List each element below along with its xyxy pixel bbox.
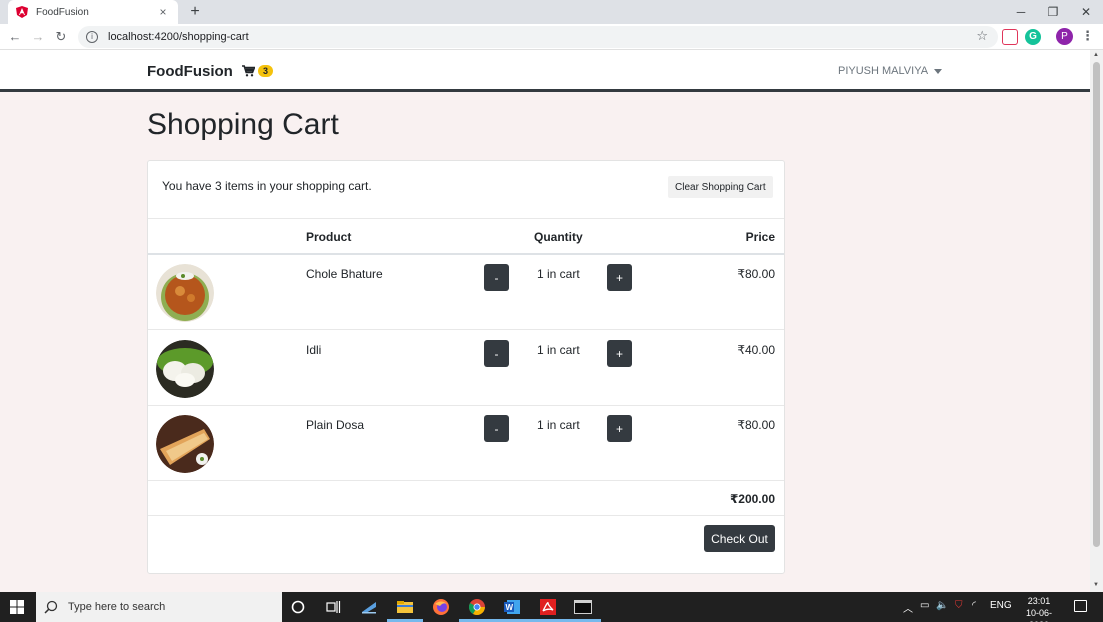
cart-card-header: You have 3 items in your shopping cart. … [148,161,784,219]
user-dropdown[interactable]: PIYUSH MALVIYA [838,65,943,77]
address-bar[interactable]: i localhost:4200/shopping-cart ☆ [78,26,998,48]
plain-dosa-image [156,415,214,473]
cart-row: Idli - 1 in cart + ₹40.00 [148,331,784,406]
cart-summary: You have 3 items in your shopping cart. [162,179,372,193]
app-icon[interactable] [359,597,379,617]
terminal-icon[interactable] [573,597,593,617]
taskbar-search[interactable]: Type here to search [36,592,282,622]
taskbar-clock[interactable]: 23:01 10-06-2020 [1016,595,1062,622]
reload-icon[interactable]: ↻ [52,28,70,46]
site-info-icon[interactable]: i [86,31,98,43]
firefox-icon[interactable] [431,597,451,617]
brand-logo[interactable]: FoodFusion [147,63,233,80]
cart-count-badge: 3 [258,65,274,77]
cortana-icon[interactable] [288,597,308,617]
scroll-down-arrow-icon[interactable]: ▼ [1093,582,1099,588]
show-hidden-icons-icon[interactable]: ︿ [903,600,913,615]
restore-button[interactable]: ❐ [1036,0,1070,24]
browser-tab[interactable]: FoodFusion × [8,0,178,24]
quantity-value: 1 in cart [537,343,580,357]
close-window-button[interactable]: ✕ [1069,0,1103,24]
increase-quantity-button[interactable]: + [607,264,632,291]
svg-text:W: W [506,603,514,612]
battery-icon[interactable]: ▭ [920,600,929,611]
browser-menu-icon[interactable]: ⋮ [1081,28,1094,44]
header-price: Price [745,230,775,244]
total-row: ₹200.00 [148,481,784,516]
language-indicator[interactable]: ENG [990,600,1012,611]
clock-date: 10-06-2020 [1025,608,1052,622]
file-explorer-icon[interactable] [395,597,415,617]
user-name: PIYUSH MALVIYA [838,65,929,77]
item-price: ₹80.00 [737,267,775,281]
volume-icon[interactable]: 🔈 [936,600,948,611]
tab-title: FoodFusion [36,6,89,18]
checkout-button[interactable]: Check Out [704,525,775,552]
pocket-extension-icon[interactable] [1002,29,1018,45]
cart-link[interactable]: 3 [242,65,274,77]
mcafee-shield-icon[interactable]: ⛉ [955,600,963,611]
new-tab-button[interactable]: + [186,3,204,21]
item-price: ₹40.00 [737,343,775,357]
quantity-value: 1 in cart [537,267,580,281]
windows-taskbar: Type here to search W ︿ ▭ 🔈 ⛉ ◜ ENG 23:0… [0,592,1103,622]
tab-close-icon[interactable]: × [156,5,170,19]
forward-arrow-icon[interactable]: → [29,28,47,46]
product-name: Idli [306,343,322,357]
cart-table-header: Product Quantity Price [148,219,784,255]
caret-down-icon [934,68,943,74]
header-quantity: Quantity [534,230,583,244]
acrobat-icon[interactable] [538,597,558,617]
page-title: Shopping Cart [147,108,339,141]
decrease-quantity-button[interactable]: - [484,264,509,291]
idli-image [156,340,214,398]
browser-tabstrip: FoodFusion × + ─ ❐ ✕ [0,0,1103,24]
chole-bhature-image [156,264,214,322]
increase-quantity-button[interactable]: + [607,340,632,367]
clock-time: 23:01 [1027,596,1051,606]
cart-row: Plain Dosa - 1 in cart + ₹80.00 [148,406,784,481]
scrollbar-thumb[interactable] [1093,62,1100,547]
cart-card: You have 3 items in your shopping cart. … [147,160,785,574]
clear-cart-button[interactable]: Clear Shopping Cart [668,176,773,198]
profile-avatar[interactable]: P [1056,28,1073,45]
word-icon[interactable]: W [502,597,522,617]
wifi-icon[interactable]: ◜ [972,600,976,611]
cart-total: ₹200.00 [729,492,775,506]
url-text: localhost:4200/shopping-cart [108,31,249,43]
shopping-cart-icon [242,65,255,77]
chrome-icon[interactable] [467,597,487,617]
increase-quantity-button[interactable]: + [607,415,632,442]
bookmark-star-icon[interactable]: ☆ [976,28,988,44]
product-name: Chole Bhature [306,267,383,281]
grammarly-extension-icon[interactable]: G [1025,29,1041,45]
angular-favicon-icon [16,6,28,18]
product-name: Plain Dosa [306,418,365,432]
task-view-icon[interactable] [323,597,343,617]
item-price: ₹80.00 [737,418,775,432]
header-product: Product [306,230,352,244]
app-navbar: FoodFusion 3 PIYUSH MALVIYA [0,50,1090,92]
cart-row: Chole Bhature - 1 in cart + ₹80.00 [148,255,784,330]
scroll-up-arrow-icon[interactable]: ▲ [1093,52,1099,58]
quantity-value: 1 in cart [537,418,580,432]
browser-toolbar: ← → ↻ i localhost:4200/shopping-cart ☆ G… [0,24,1103,50]
search-icon [44,600,58,614]
search-placeholder: Type here to search [68,601,166,613]
minimize-button[interactable]: ─ [1004,0,1038,24]
action-center-icon[interactable] [1074,600,1087,612]
back-arrow-icon[interactable]: ← [6,28,24,46]
decrease-quantity-button[interactable]: - [484,340,509,367]
page-viewport: FoodFusion 3 PIYUSH MALVIYA Shopping Car… [0,50,1090,592]
decrease-quantity-button[interactable]: - [484,415,509,442]
windows-start-icon[interactable] [10,600,24,614]
page-scrollbar[interactable]: ▲ ▼ [1090,50,1103,592]
